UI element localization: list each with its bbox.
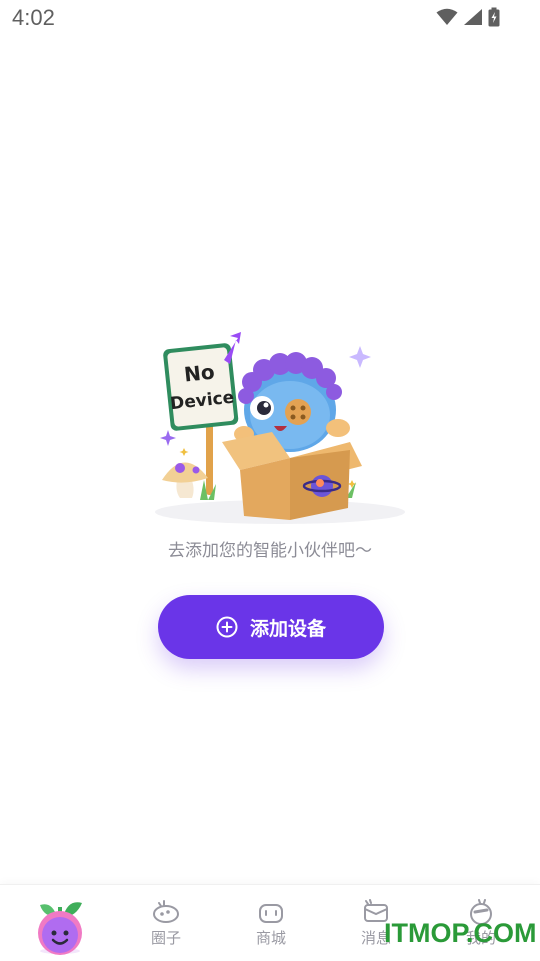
tab-messages[interactable]: 消息 [322,885,430,961]
empty-state-message: 去添加您的智能小伙伴吧～ [168,541,372,561]
planet-icon [153,900,179,923]
plus-circle-icon [216,616,238,638]
tab-mine[interactable]: 我的 [427,885,535,961]
tab-shop[interactable]: 商城 [217,885,325,961]
profile-face-icon [470,899,492,925]
status-time: 4:02 [12,5,55,30]
wifi-icon [436,8,458,25]
cell-signal-icon [464,9,482,25]
no-device-illustration: No Device [155,332,405,524]
tab-shop-label: 商城 [255,929,286,947]
add-device-label: 添加设备 [249,617,326,640]
status-bar: 4:02 [0,0,540,40]
tab-messages-label: 消息 [360,929,391,947]
sparkle-icon [160,430,176,446]
status-icons [436,7,500,27]
tab-mine-label: 我的 [465,929,496,947]
tab-circle-label: 圈子 [150,929,181,947]
add-device-button[interactable]: 添加设备 [158,595,384,659]
tab-circle[interactable]: 圈子 [112,885,220,961]
shop-icon [259,904,283,923]
envelope-icon [364,899,388,922]
sparkle-icon [349,346,371,368]
bottom-nav: 圈子 商城 消息 我的 [0,884,540,961]
tab-home[interactable] [6,885,114,961]
plant-pot-icon [38,902,82,955]
sign-line1: No [183,360,216,387]
battery-charging-icon [488,7,500,27]
